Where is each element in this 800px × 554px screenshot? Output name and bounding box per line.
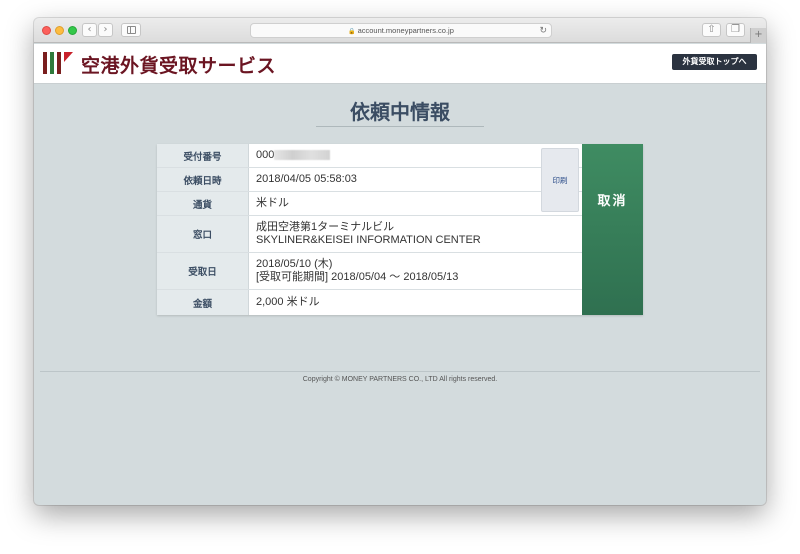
- site-logo-text[interactable]: 空港外貨受取サービス: [81, 51, 276, 78]
- reload-icon[interactable]: ↻: [539, 24, 547, 37]
- new-tab-button[interactable]: +: [750, 28, 766, 43]
- counter-name-en: SKYLINER&KEISEI INFORMATION CENTER: [256, 234, 481, 246]
- row-label: 依頼日時: [157, 168, 249, 191]
- share-button[interactable]: ⇧: [702, 23, 721, 37]
- logo-bar: [50, 52, 54, 74]
- row-label: 金額: [157, 290, 249, 315]
- pickup-period: [受取可能期間] 2018/05/04 〜 2018/05/13: [256, 271, 459, 283]
- browser-window: ‹ › 🔒 account.moneypartners.co.jp ↻ ⇧ ❐ +…: [34, 18, 766, 505]
- request-details-card: 受付番号 000 依頼日時 2018/04/05 05:58:03 通貨 米ドル…: [157, 144, 643, 315]
- logo-mark: [43, 52, 75, 74]
- print-button[interactable]: 印刷: [541, 148, 579, 212]
- row-request-datetime: 依頼日時 2018/04/05 05:58:03: [157, 168, 582, 192]
- pickup-date: 2018/05/10 (木): [256, 258, 333, 270]
- row-pickup-date: 受取日 2018/05/10 (木) [受取可能期間] 2018/05/04 〜…: [157, 253, 582, 290]
- row-value: 2,000 米ドル: [256, 296, 320, 308]
- row-label: 通貨: [157, 192, 249, 215]
- sidebar-toggle-button[interactable]: [121, 23, 141, 37]
- address-bar[interactable]: 🔒 account.moneypartners.co.jp ↻: [250, 23, 552, 38]
- logo-bar: [57, 52, 61, 74]
- browser-toolbar: ‹ › 🔒 account.moneypartners.co.jp ↻ ⇧ ❐ +: [34, 18, 766, 43]
- logo-bar: [43, 52, 47, 74]
- row-label: 窓口: [157, 216, 249, 252]
- site-header: 空港外貨受取サービス 外貨受取トップへ: [34, 44, 766, 84]
- lock-icon: 🔒: [348, 29, 356, 35]
- row-value: 2018/05/10 (木) [受取可能期間] 2018/05/04 〜 201…: [256, 253, 458, 289]
- copyright-text: Copyright © MONEY PARTNERS CO., LTD All …: [302, 376, 498, 383]
- row-value: 米ドル: [256, 197, 289, 209]
- reception-number-value: 000: [256, 149, 275, 161]
- row-reception-number: 受付番号 000: [157, 144, 582, 168]
- row-counter: 窓口 成田空港第1ターミナルビル SKYLINER&KEISEI INFORMA…: [157, 216, 582, 253]
- title-divider: [316, 126, 484, 127]
- cancel-request-button[interactable]: 取消: [582, 144, 643, 315]
- page-title: 依頼中情報: [350, 100, 450, 124]
- show-tabs-button[interactable]: ❐: [726, 23, 745, 37]
- row-value: 000: [256, 144, 331, 167]
- zoom-window-icon[interactable]: [68, 26, 77, 35]
- sidebar-icon: [127, 26, 136, 34]
- row-label: 受取日: [157, 253, 249, 289]
- minimize-window-icon[interactable]: [55, 26, 64, 35]
- row-amount: 金額 2,000 米ドル: [157, 290, 582, 315]
- url-text: account.moneypartners.co.jp: [357, 26, 454, 35]
- row-currency: 通貨 米ドル: [157, 192, 582, 216]
- fx-receipt-top-button[interactable]: 外貨受取トップへ: [672, 54, 757, 70]
- footer-divider: [40, 371, 760, 372]
- back-button[interactable]: ‹: [82, 23, 97, 37]
- logo-flag: [64, 52, 73, 62]
- counter-name: 成田空港第1ターミナルビル: [256, 221, 395, 233]
- row-value: 2018/04/05 05:58:03: [256, 173, 357, 185]
- row-value: 成田空港第1ターミナルビル SKYLINER&KEISEI INFORMATIO…: [256, 216, 481, 252]
- close-window-icon[interactable]: [42, 26, 51, 35]
- redacted-area: [274, 150, 331, 161]
- row-label: 受付番号: [157, 144, 249, 167]
- cancel-label: 取消: [597, 194, 628, 209]
- forward-button[interactable]: ›: [98, 23, 113, 37]
